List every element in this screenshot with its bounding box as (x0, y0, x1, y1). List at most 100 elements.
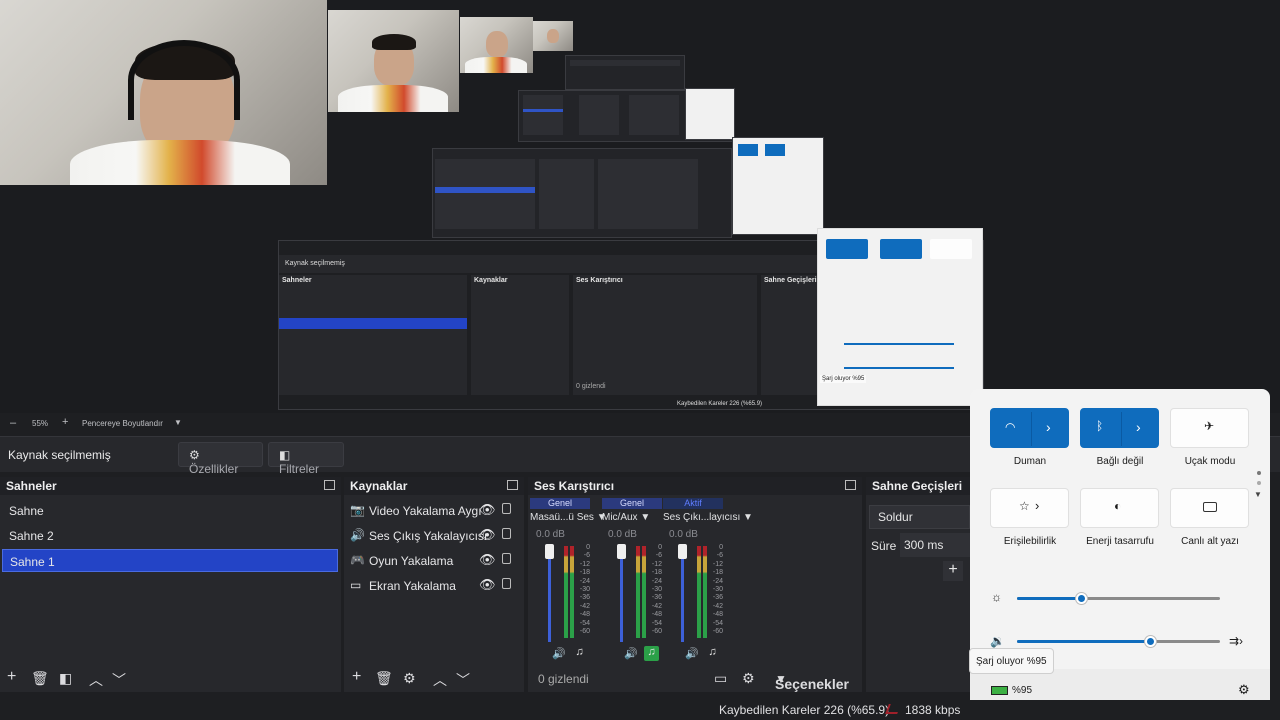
accessibility-tile[interactable]: ☆ › (990, 488, 1069, 528)
chevron-down-icon[interactable]: ▼ (174, 418, 182, 427)
preview-canvas[interactable]: Kaynak seçilmemiş Sahneler Kaynaklar Ses… (0, 0, 1280, 413)
lock-icon[interactable] (502, 528, 511, 539)
eye-icon[interactable]: 👁 (479, 527, 496, 543)
tile-label: Bağlı değil (1096, 456, 1144, 467)
captions-icon (1203, 502, 1217, 512)
undock-icon[interactable] (507, 480, 518, 490)
speaker-icon[interactable]: 🔊 (552, 647, 566, 660)
duration-input[interactable]: 300 ms (900, 533, 970, 557)
inner-hidden-count: 0 gizlendi (576, 383, 606, 390)
arrow-down-icon[interactable]: ﹀ (112, 670, 126, 690)
recursive-obs-1 (565, 55, 685, 90)
page-dot[interactable] (1257, 471, 1261, 475)
source-label: Ekran Yakalama (369, 579, 456, 593)
volume-fader-knob[interactable] (678, 544, 687, 559)
scenes-title: Sahneler (6, 479, 57, 493)
filter-icon[interactable]: ◧ (59, 670, 72, 687)
inner-charging-tooltip: Şarj oluyor %95 (820, 375, 867, 383)
scene-label: Sahne 2 (9, 529, 54, 543)
eye-icon[interactable]: 👁 (479, 577, 496, 593)
channel-db: 0.0 dB (536, 529, 565, 540)
sources-footer: + 🗑 ⚙ ︿ ﹀ (344, 666, 524, 692)
page-dot[interactable] (1257, 481, 1261, 485)
eye-icon[interactable]: 👁 (479, 552, 496, 568)
headphones-icon[interactable]: ♫ (705, 646, 720, 661)
undock-icon[interactable] (845, 480, 856, 490)
settings-gear-icon[interactable]: ⚙ (1238, 682, 1250, 698)
camera-icon: 📷 (350, 503, 365, 517)
eye-icon[interactable]: 👁 (479, 502, 496, 518)
meter-tick-label: -48 (712, 611, 723, 619)
source-item[interactable]: ▭ Ekran Yakalama 👁 (350, 576, 520, 598)
headphones-icon[interactable]: ♫ (644, 646, 659, 661)
airplane-tile[interactable]: ✈ (1170, 408, 1249, 448)
channel-tag: Aktif (663, 498, 723, 509)
wifi-tile[interactable]: ◠ › (990, 408, 1069, 448)
tile-label: Duman (1013, 456, 1047, 467)
layout-icon[interactable]: ▭ (714, 670, 727, 687)
volume-fader-track[interactable] (681, 558, 684, 642)
volume-fader-knob[interactable] (545, 544, 554, 559)
chevron-right-icon[interactable]: › (1035, 498, 1039, 513)
headphones-icon[interactable]: ♫ (572, 646, 587, 661)
source-item[interactable]: 🔊 Ses Çıkış Yakalayıcısı 👁 (350, 526, 520, 548)
inner-quick-settings: Şarj oluyor %95 (817, 228, 983, 406)
meter-tick-label: -42 (579, 602, 590, 610)
volume-slider[interactable] (1144, 636, 1156, 647)
channel-name[interactable]: Masaü...ü Ses ▼ (530, 512, 607, 523)
channel-name[interactable]: Mic/Aux ▼ (602, 512, 650, 523)
chevron-down-icon[interactable]: ▼ (1254, 490, 1262, 499)
speaker-icon[interactable]: 🔊 (685, 647, 699, 660)
arrow-down-icon[interactable]: ﹀ (456, 670, 470, 690)
trash-icon[interactable]: 🗑 (375, 670, 393, 687)
webcam-feed (0, 0, 327, 185)
scene-item[interactable]: Sahne (2, 499, 338, 522)
captions-tile[interactable] (1170, 488, 1249, 528)
chevron-right-icon[interactable]: › (1046, 419, 1051, 435)
gear-icon[interactable]: ⚙ (403, 670, 416, 687)
scene-item[interactable]: Sahne 2 (2, 524, 338, 547)
resize-select[interactable]: Pencereye Boyutlandır (82, 419, 163, 428)
speaker-icon[interactable]: 🔊 (624, 647, 638, 660)
source-label: Oyun Yakalama (369, 554, 454, 568)
network-icon (885, 704, 901, 714)
battery-saver-icon: ◐ (1114, 499, 1122, 513)
lock-icon[interactable] (502, 553, 511, 564)
source-item[interactable]: 📷 Video Yakalama Aygı 👁 (350, 501, 520, 523)
zoom-out-button[interactable]: – (10, 417, 16, 429)
scene-item-active[interactable]: Sahne 1 (2, 549, 338, 572)
gear-icon[interactable]: ⚙ (742, 670, 755, 687)
meter-tick-label: -6 (716, 552, 723, 560)
bluetooth-tile[interactable]: ᛒ › (1080, 408, 1159, 448)
properties-button[interactable]: ⚙ Özellikler (178, 442, 263, 476)
transition-select[interactable]: Soldur (869, 505, 970, 529)
recursive-qs-1 (685, 88, 735, 140)
inner-transitions-title: Sahne Geçişleri (764, 277, 817, 284)
zoom-in-button[interactable]: + (62, 416, 68, 428)
add-icon[interactable]: + (7, 668, 16, 686)
options-label: Seçenekler (775, 676, 849, 692)
add-icon[interactable]: + (352, 668, 361, 686)
volume-fader-track[interactable] (620, 558, 623, 642)
arrow-up-icon[interactable]: ︿ (433, 670, 447, 690)
filters-button[interactable]: ◧ Filtreler (268, 442, 344, 476)
airplane-icon: ✈ (1204, 419, 1215, 433)
undock-icon[interactable] (324, 480, 335, 490)
volume-fader-knob[interactable] (617, 544, 626, 559)
lock-icon[interactable] (502, 578, 511, 589)
lock-icon[interactable] (502, 503, 511, 514)
meter-tick-label: -30 (712, 586, 723, 593)
mixer-title: Ses Karıştırıcı (534, 479, 615, 493)
add-transition-button[interactable]: + (943, 561, 963, 581)
chevron-right-icon[interactable]: › (1136, 419, 1141, 435)
volume-fader-track[interactable] (548, 558, 551, 642)
audio-output-icon[interactable]: ⇉› (1229, 634, 1243, 648)
arrow-up-icon[interactable]: ︿ (89, 670, 103, 690)
channel-name[interactable]: Ses Çıkı...layıcısı ▼ (663, 512, 753, 523)
source-item[interactable]: 🎮 Oyun Yakalama 👁 (350, 551, 520, 573)
battery-saver-tile[interactable]: ◐ (1080, 488, 1159, 528)
filters-label: Filtreler (279, 462, 320, 476)
options-button[interactable]: Seçenekler ▼ (775, 672, 849, 692)
trash-icon[interactable]: 🗑 (31, 670, 49, 687)
brightness-slider[interactable] (1075, 593, 1087, 604)
